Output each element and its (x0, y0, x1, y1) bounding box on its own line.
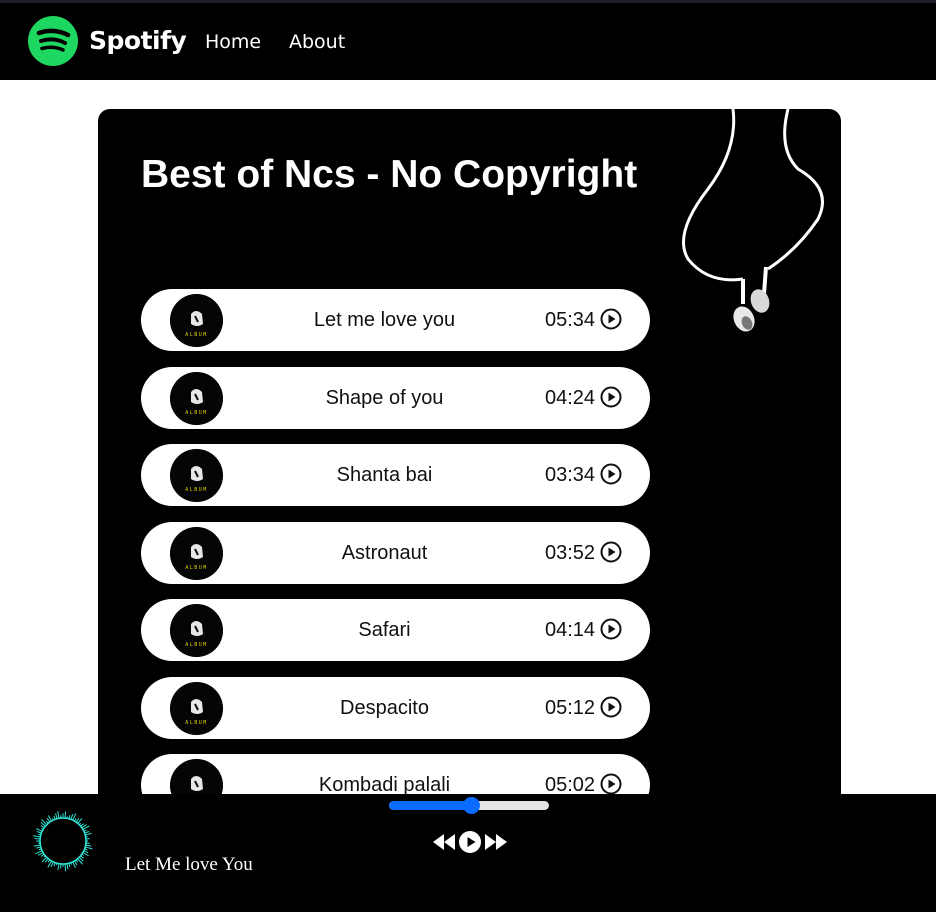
playback-controls (433, 831, 507, 853)
album-cover-icon: ALBUM (170, 526, 223, 580)
progress-slider[interactable] (389, 797, 549, 814)
album-cover-icon: ALBUM (170, 449, 223, 502)
album-cover-icon: ALBUM (170, 294, 223, 347)
svg-text:ALBUM: ALBUM (185, 565, 208, 571)
song-duration: 04:14 (545, 619, 596, 641)
nav-link-home[interactable]: Home (205, 31, 261, 53)
svg-text:ALBUM: ALBUM (185, 642, 208, 648)
audio-visualizer-icon (32, 810, 93, 872)
navbar: Spotify Home About (0, 0, 936, 80)
svg-text:ALBUM: ALBUM (185, 332, 208, 338)
forward-icon[interactable] (485, 834, 507, 850)
song-title: Safari (358, 619, 411, 641)
playlist-title: Best of Ncs - No Copyright (141, 153, 638, 196)
brand-name[interactable]: Spotify (89, 26, 187, 55)
song-duration: 05:12 (545, 696, 596, 719)
song-title: Shanta bai (336, 464, 433, 486)
play-circle-icon[interactable] (600, 386, 622, 408)
song-title: Shape of you (325, 386, 444, 409)
play-circle-icon[interactable] (600, 696, 622, 718)
play-circle-icon[interactable] (600, 308, 622, 330)
player-bar: Let Me love You (0, 794, 936, 912)
svg-text:ALBUM: ALBUM (185, 487, 208, 493)
song-item[interactable]: ALBUM Astronaut 03:52 (141, 521, 650, 584)
progress-thumb[interactable] (462, 797, 480, 814)
svg-text:ALBUM: ALBUM (185, 720, 208, 726)
song-duration: 03:34 (545, 464, 596, 486)
song-item[interactable]: ALBUM Let me love you 05:34 (141, 289, 650, 351)
play-circle-icon[interactable] (600, 618, 622, 640)
song-duration: 04:24 (545, 386, 596, 409)
spotify-logo-icon[interactable] (27, 15, 79, 67)
play-circle-icon[interactable] (600, 541, 622, 563)
album-cover-icon: ALBUM (170, 604, 223, 657)
now-playing-title: Let Me love You (125, 854, 253, 875)
song-item[interactable]: ALBUM Shape of you 04:24 (141, 366, 650, 429)
play-circle-filled-icon[interactable] (459, 831, 481, 853)
song-duration: 05:34 (545, 309, 596, 331)
song-title: Astronaut (341, 541, 428, 564)
song-title: Let me love you (313, 309, 456, 331)
album-cover-icon: ALBUM (170, 371, 223, 425)
nav-link-about[interactable]: About (289, 31, 345, 53)
song-title: Despacito (340, 696, 429, 719)
song-item[interactable]: ALBUM Safari 04:14 (141, 599, 650, 661)
play-circle-icon[interactable] (600, 463, 622, 485)
earphones-icon (682, 109, 824, 332)
backward-icon[interactable] (433, 834, 455, 850)
svg-text:ALBUM: ALBUM (185, 410, 208, 416)
progress-fill (389, 801, 471, 810)
album-cover-icon: ALBUM (170, 681, 223, 735)
song-item[interactable]: ALBUM Shanta bai 03:34 (141, 444, 650, 506)
song-duration: 03:52 (545, 541, 596, 564)
song-item[interactable]: ALBUM Despacito 05:12 (141, 676, 650, 739)
play-circle-icon[interactable] (600, 773, 622, 795)
playlist-card: Best of Ncs - No Copyright ALBUM Let me l… (98, 109, 841, 869)
